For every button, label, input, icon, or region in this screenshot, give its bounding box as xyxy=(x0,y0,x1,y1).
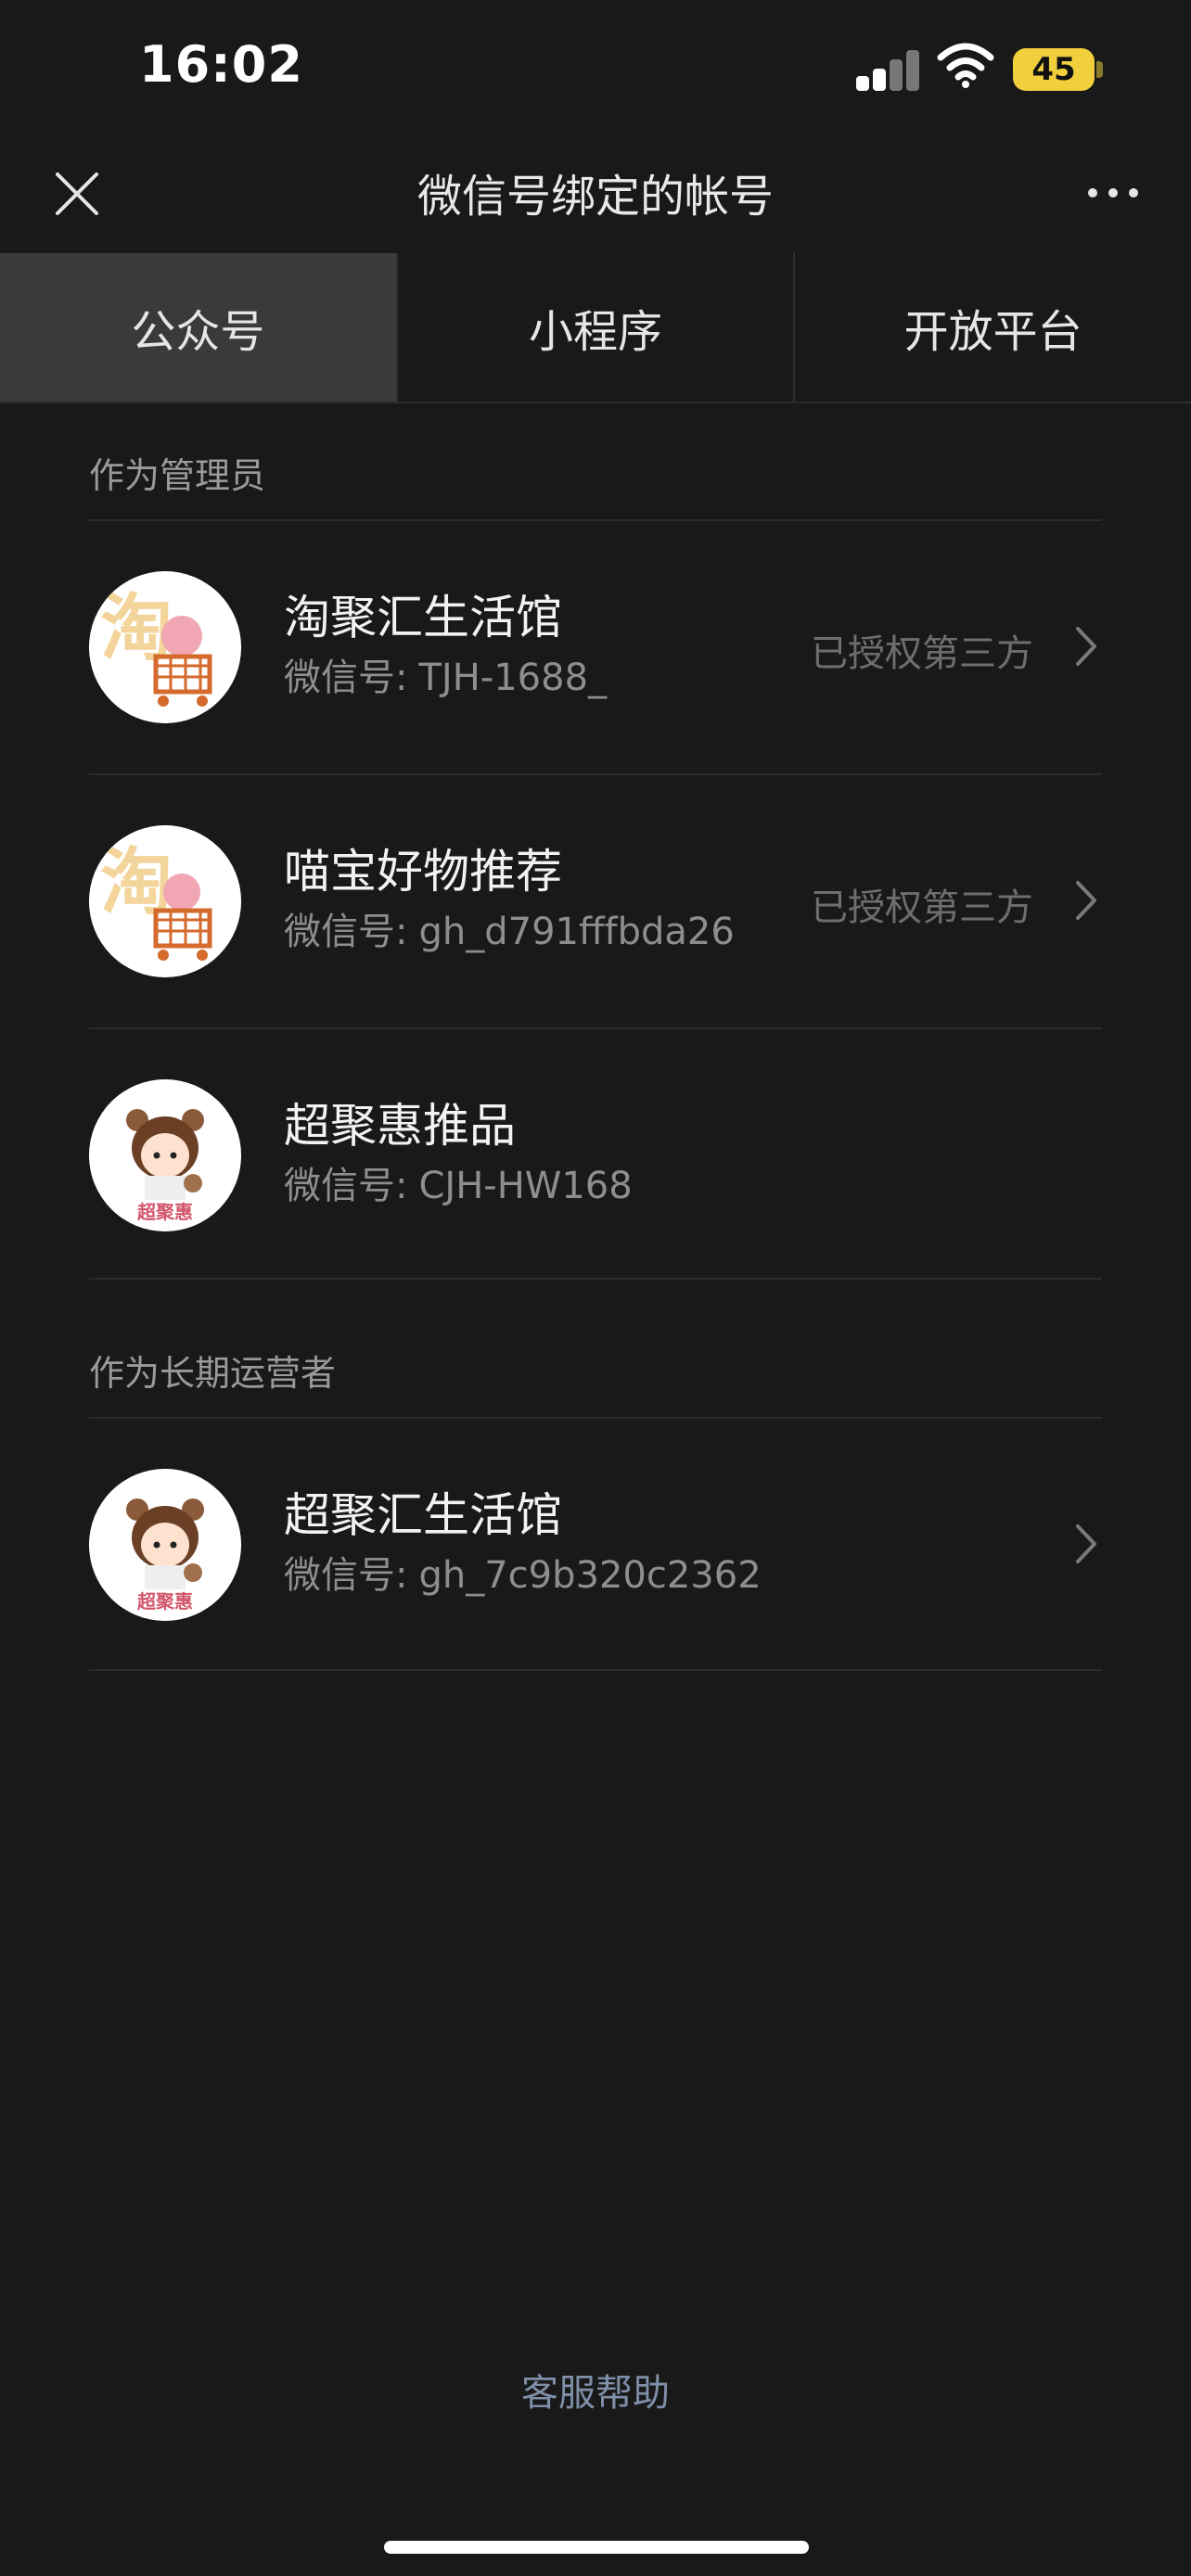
cjh-logo-text: 超聚惠 xyxy=(136,1590,193,1613)
account-row[interactable]: 淘 喵宝好物推荐 微信号: gh_d791fffbda26 已授权第三方 xyxy=(0,775,1191,1027)
tab-official-accounts[interactable]: 公众号 xyxy=(0,253,398,402)
home-indicator[interactable] xyxy=(384,2541,809,2554)
account-avatar: 超聚惠 xyxy=(89,1469,241,1621)
account-row[interactable]: 淘 淘聚汇生活馆 微信号: TJH-1688_ 已授权第三方 xyxy=(0,521,1191,773)
status-bar: 16:02 45 xyxy=(0,0,1191,139)
tao-cart-logo: 淘 xyxy=(89,571,241,723)
divider xyxy=(89,1278,1102,1280)
tao-cart-logo: 淘 xyxy=(89,825,241,977)
account-name: 超聚汇生活馆 xyxy=(284,1488,562,1542)
account-avatar: 淘 xyxy=(89,571,241,723)
account-id: 微信号: CJH-HW168 xyxy=(284,1165,633,1207)
account-name: 喵宝好物推荐 xyxy=(284,845,562,899)
chevron-right-icon xyxy=(1076,627,1096,666)
section-header-long-term-operator: 作为长期运营者 xyxy=(89,1353,337,1394)
account-name: 淘聚汇生活馆 xyxy=(284,591,562,644)
more-icon[interactable] xyxy=(1085,176,1141,210)
section-header-admin: 作为管理员 xyxy=(89,455,266,496)
account-avatar: 淘 xyxy=(89,825,241,977)
cellular-signal-icon xyxy=(856,48,921,91)
page-title: 微信号绑定的帐号 xyxy=(416,171,774,223)
account-avatar: 超聚惠 xyxy=(89,1079,241,1231)
girl-bear-logo: 超聚惠 xyxy=(89,1079,241,1231)
customer-service-help-link[interactable]: 客服帮助 xyxy=(0,2363,1191,2417)
account-id: 微信号: gh_7c9b320c2362 xyxy=(284,1554,762,1597)
divider xyxy=(89,1669,1102,1671)
account-row[interactable]: 超聚惠 超聚汇生活馆 微信号: gh_7c9b320c2362 xyxy=(0,1419,1191,1671)
cjh-logo-text: 超聚惠 xyxy=(136,1201,193,1223)
status-time: 16:02 xyxy=(139,35,303,94)
tab-open-platform[interactable]: 开放平台 xyxy=(795,253,1191,402)
wifi-icon xyxy=(937,43,994,88)
account-id: 微信号: TJH-1688_ xyxy=(284,657,608,699)
battery-tip xyxy=(1096,61,1103,78)
account-row[interactable]: 超聚惠 超聚惠推品 微信号: CJH-HW168 xyxy=(0,1029,1191,1282)
chevron-right-icon xyxy=(1076,1524,1096,1563)
tab-bar: 公众号 小程序 开放平台 xyxy=(0,253,1191,403)
battery-level: 45 xyxy=(1013,48,1095,91)
account-id: 微信号: gh_d791fffbda26 xyxy=(284,911,735,953)
account-name: 超聚惠推品 xyxy=(284,1099,516,1153)
chevron-right-icon xyxy=(1076,881,1096,920)
auth-status: 已授权第三方 xyxy=(811,886,1033,929)
tab-mini-programs[interactable]: 小程序 xyxy=(398,253,796,402)
girl-bear-logo: 超聚惠 xyxy=(89,1469,241,1621)
nav-bar: 微信号绑定的帐号 xyxy=(0,139,1191,250)
auth-status: 已授权第三方 xyxy=(811,632,1033,675)
